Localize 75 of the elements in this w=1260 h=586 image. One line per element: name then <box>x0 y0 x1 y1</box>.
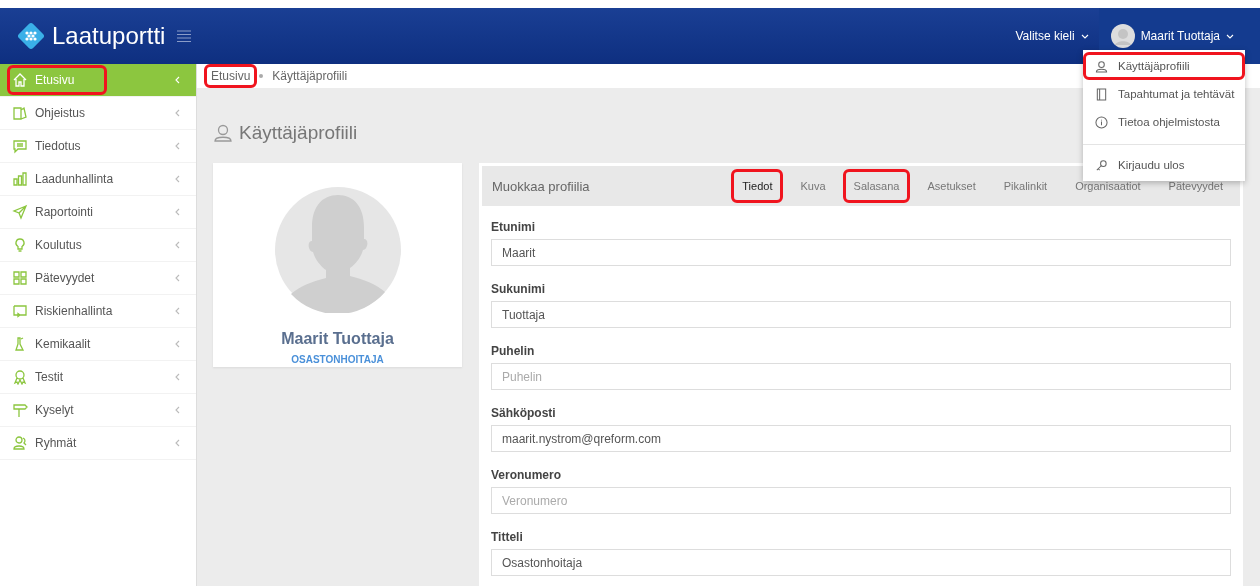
chevron-left-icon <box>175 109 180 117</box>
input-field[interactable]: Osastonhoitaja <box>491 549 1231 576</box>
chevron-left-icon <box>175 373 180 381</box>
sidebar-item[interactable]: Ryhmät <box>0 427 196 460</box>
user-icon <box>1095 59 1108 73</box>
chevron-left-icon <box>175 340 180 348</box>
badge-icon <box>12 369 28 385</box>
chevron-down-icon <box>1080 33 1089 39</box>
user-icon <box>213 123 233 143</box>
chevron-left-icon <box>175 76 180 84</box>
chevron-down-icon <box>1226 33 1234 39</box>
sidebar-item[interactable]: Riskienhallinta <box>0 295 196 328</box>
profile-role: OSASTONHOITAJA <box>291 354 384 365</box>
sidebar-item[interactable]: Raportointi <box>0 196 196 229</box>
menu-item[interactable]: Tietoa ohjelmistosta <box>1086 111 1228 133</box>
grid-icon <box>12 270 28 286</box>
chevron-left-icon <box>175 406 180 414</box>
chevron-left-icon <box>175 208 180 216</box>
book-icon <box>1095 87 1108 101</box>
sidebar-item[interactable]: Testit <box>0 361 196 394</box>
bulb-icon <box>12 237 28 253</box>
sidebar-item[interactable]: Kemikaalit <box>0 328 196 361</box>
home-icon <box>12 72 28 88</box>
profile-name: Maarit Tuottaja <box>281 330 394 348</box>
tab[interactable]: Organisaatiot <box>1075 180 1141 192</box>
page-title: Käyttäjäprofiili <box>239 122 358 144</box>
sidebar-item[interactable]: Kyselyt <box>0 394 196 427</box>
input-field[interactable]: Tuottaja <box>491 301 1231 328</box>
tab[interactable]: Kuva <box>800 180 826 192</box>
avatar-icon <box>274 187 401 313</box>
tab[interactable]: Pätevyydet <box>1168 180 1223 192</box>
field-label: Veronumero <box>491 468 563 482</box>
sidebar-item[interactable]: Pätevyydet <box>0 262 196 295</box>
info-icon <box>1095 115 1108 129</box>
breadcrumb-link[interactable]: Käyttäjäprofiili <box>272 69 348 83</box>
input-field[interactable]: Puhelin <box>491 363 1231 390</box>
chevron-left-icon <box>175 274 180 282</box>
avatar-icon <box>1110 24 1135 48</box>
docs-icon <box>12 105 28 121</box>
field-label: Puhelin <box>491 344 536 358</box>
chevron-left-icon <box>175 307 180 315</box>
field-label: Titteli <box>491 530 524 544</box>
tab[interactable]: Pikalinkit <box>1003 180 1048 192</box>
chevron-left-icon <box>175 241 180 249</box>
key-icon <box>1095 158 1108 172</box>
chevron-left-icon <box>175 142 180 150</box>
panel-title: Muokkaa profiilia <box>492 178 590 194</box>
sidebar-item[interactable]: Laadunhallinta <box>0 163 196 196</box>
users-icon <box>12 435 28 451</box>
sidebar-item[interactable]: Tiedotus <box>0 130 196 163</box>
breadcrumb-link[interactable]: Etusivu <box>211 69 251 83</box>
chat-icon <box>12 138 28 154</box>
input-field[interactable]: maarit.nystrom@qreform.com <box>491 425 1231 452</box>
sidebar-item[interactable]: Ohjeistus <box>0 97 196 130</box>
tab[interactable]: Asetukset <box>927 180 976 192</box>
menu-icon[interactable] <box>177 30 192 42</box>
sign-icon <box>12 402 28 418</box>
field-label: Sähköposti <box>491 406 557 420</box>
tab[interactable]: Tiedot <box>742 180 773 192</box>
input-field[interactable]: Veronumero <box>491 487 1231 514</box>
bars-icon <box>12 171 28 187</box>
screen-icon <box>12 303 28 319</box>
menu-item[interactable]: Tapahtumat ja tehtävät <box>1086 83 1243 105</box>
field-label: Sukunimi <box>491 282 546 296</box>
menu-item[interactable]: Kirjaudu ulos <box>1086 154 1193 176</box>
separator-dot-icon <box>259 74 264 78</box>
tab[interactable]: Salasana <box>853 180 900 192</box>
input-field[interactable]: Maarit <box>491 239 1231 266</box>
logo-text: Laatuportti <box>52 22 166 50</box>
highlight-frame: Etusivu <box>7 65 108 95</box>
chevron-left-icon <box>175 175 180 183</box>
chevron-left-icon <box>175 439 180 447</box>
sidebar-item[interactable]: Koulutus <box>0 229 196 262</box>
send-icon <box>12 204 28 220</box>
field-label: Etunimi <box>491 220 536 234</box>
